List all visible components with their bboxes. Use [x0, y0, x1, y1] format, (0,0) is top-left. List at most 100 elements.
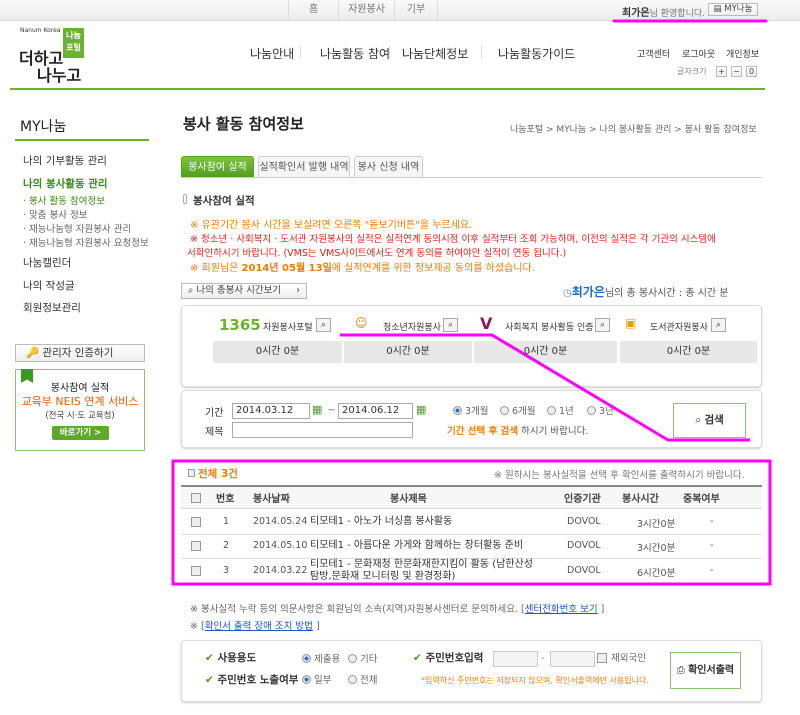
row-org: DOVOL	[567, 516, 601, 527]
top-nav-volunteer[interactable]: 자원봉사	[338, 0, 394, 21]
row-checkbox[interactable]	[191, 566, 201, 576]
main-nav-about[interactable]: 나눔안내	[250, 45, 294, 62]
logo-badge: 나눔 포털	[63, 28, 84, 58]
calendar-icon[interactable]: ▦	[416, 403, 426, 416]
rrn-hint: *입력하신 주민번호는 저장되지 않으며, 확인서출력에만 사용됩니다.	[421, 676, 649, 685]
range-radio-6m[interactable]	[500, 406, 509, 415]
magnifier-button-welfare[interactable]: ⌕	[595, 318, 610, 332]
sidebar-subitem-participation[interactable]: · 봉사 활동 참여정보	[23, 193, 105, 207]
sidebar-subitem-custom[interactable]: · 맞춤 봉사 정보	[23, 207, 88, 221]
row-duplicate: -	[710, 565, 714, 576]
calendar-icon[interactable]: ▦	[312, 403, 322, 416]
neis-service: 교육부 NEIS 연계 서비스	[21, 395, 139, 408]
expose-label: ✔ 주민번호 노출여부	[205, 672, 298, 687]
neis-go-button[interactable]: 바로가기 >	[52, 426, 109, 440]
link-privacy[interactable]: 개인정보	[726, 47, 759, 60]
sidebar-item-account[interactable]: 회원정보관리	[23, 300, 81, 315]
usage-radio-other[interactable]	[348, 654, 357, 663]
row-org: DOVOL	[567, 540, 601, 551]
bullet-icon	[183, 194, 187, 204]
row-number: 1	[223, 516, 230, 527]
row-time: 6시간0분	[637, 568, 676, 579]
section-title: 봉사참여 실적	[193, 195, 255, 207]
row-checkbox[interactable]	[191, 541, 201, 551]
row-time: 3시간0분	[637, 543, 676, 554]
link-logout[interactable]: 로그아웃	[682, 47, 715, 60]
rrn-dash: -	[541, 651, 545, 664]
sidebar-item-donation[interactable]: 나의 기부활동 관리	[23, 153, 107, 168]
rrn-label: ✔ 주민번호입력	[413, 650, 483, 665]
troubleshoot-link[interactable]: 확인서 출력 장애 조치 방법	[205, 621, 313, 632]
range-label-6m: 6개월	[512, 406, 536, 417]
range-radio-3y[interactable]	[587, 406, 596, 415]
font-reset-button[interactable]: 0	[746, 66, 757, 77]
expose-radio-full[interactable]	[348, 675, 357, 684]
date-to-input[interactable]: 2014.06.12	[338, 403, 413, 419]
row-duplicate: -	[710, 516, 714, 527]
youth-logo-icon: ☺	[355, 316, 368, 330]
sidebar-title: MY나눔	[20, 119, 67, 135]
search-hint-em: 기간 선택 후 검색	[447, 426, 519, 437]
print-certificate-button[interactable]: ⎙ 확인서출력	[670, 652, 741, 689]
header-divider	[10, 88, 765, 90]
tab-certificates[interactable]: 실적확인서 발행 내역	[258, 156, 350, 178]
my-nanum-button[interactable]: ▤ MY나눔	[708, 3, 758, 16]
total-time-summary: ◷최가은님의 총 봉사시간 : 총 시간 분	[563, 283, 729, 300]
link-customer-center[interactable]: 고객센터	[637, 47, 670, 60]
notice-linkage: ※ 청소년 · 사회복지 · 도서관 자원봉사의 실적은 실적연계 동의시점 이…	[190, 234, 716, 245]
portal-label-welfare: 사회복지 봉사활동 인증	[505, 323, 594, 333]
total-user-name: 최가은	[571, 285, 605, 299]
range-radio-3m[interactable]	[453, 406, 462, 415]
range-label-3m: 3개월	[465, 406, 489, 417]
tilde: ~	[327, 403, 337, 416]
search-button[interactable]: ⌕ 검색	[673, 403, 746, 438]
font-increase-button[interactable]: +	[716, 66, 727, 77]
main-nav-participate[interactable]: 나눔활동 참여	[320, 45, 390, 62]
expose-radio-partial[interactable]	[302, 675, 311, 684]
tab-participation[interactable]: 봉사참여 실적	[181, 156, 254, 178]
usage-radio-submit[interactable]	[302, 654, 311, 663]
total-time-label: 나의 총봉사 시간보기	[196, 285, 282, 296]
main-nav-organizations[interactable]: 나눔단체정보	[402, 45, 468, 62]
select-all-checkbox[interactable]	[191, 493, 201, 503]
key-icon: 🔑	[26, 347, 43, 359]
total-time-text: 님의 총 봉사시간 : 총 시간 분	[604, 288, 729, 299]
admin-auth-button[interactable]: 🔑 관리자 인증하기	[15, 344, 145, 362]
sidebar-item-posts[interactable]: 나의 작성글	[23, 278, 75, 293]
magnifier-button-youth[interactable]: ⌕	[443, 318, 458, 332]
main-nav-guide[interactable]: 나눔활동가이드	[498, 45, 575, 62]
divider	[300, 46, 301, 58]
bracket: ※ [	[190, 621, 205, 632]
range-radio-1y[interactable]	[547, 406, 556, 415]
total-time-button[interactable]: ⌕ 나의 총봉사 시간보기 ›	[181, 283, 307, 299]
neis-title: 봉사참여 실적	[50, 383, 110, 394]
font-decrease-button[interactable]: −	[731, 66, 742, 77]
sidebar-item-calendar[interactable]: 나눔캘린더	[23, 255, 71, 270]
sidebar-subitem-talent-manage[interactable]: · 재능나눔형 자원봉사 관리	[23, 221, 131, 235]
row-org: DOVOL	[567, 565, 601, 576]
top-nav-donate[interactable]: 기부	[394, 0, 438, 21]
check-icon: ✔	[205, 674, 218, 686]
title-input[interactable]	[232, 422, 413, 438]
tab-applications[interactable]: 봉사 신청 내역	[354, 156, 423, 178]
col-duplicate: 중복여부	[683, 494, 720, 505]
center-phone-link[interactable]: 센터전화번호 보기	[525, 604, 598, 615]
neis-sub: (전국 시·도 교육청)	[45, 411, 115, 421]
date-from-input[interactable]: 2014.03.12	[232, 403, 310, 419]
logo-line2: 나누고	[37, 66, 82, 85]
search-button-label: 검색	[704, 414, 724, 426]
logo-small-text: Nanum Korea	[20, 27, 61, 34]
rrn-front-input[interactable]	[493, 651, 538, 667]
row-time: 3시간0분	[637, 519, 676, 530]
check-icon: ✔	[413, 652, 426, 664]
sidebar-subitem-talent-request[interactable]: · 재능나눔형 자원봉사 요청정보	[23, 235, 149, 249]
magnifier-button-1365[interactable]: ⌕	[316, 318, 331, 332]
top-nav-home[interactable]: 홈	[288, 0, 338, 21]
sidebar-item-volunteer[interactable]: 나의 봉사활동 관리	[23, 176, 108, 191]
magnifier-button-library[interactable]: ⌕	[711, 318, 726, 332]
expose-label-text: 주민번호 노출여부	[217, 674, 299, 686]
rrn-back-input[interactable]	[550, 651, 595, 667]
col-time: 봉사시간	[622, 494, 659, 505]
foreigner-checkbox[interactable]	[597, 653, 607, 663]
row-checkbox[interactable]	[191, 517, 201, 527]
